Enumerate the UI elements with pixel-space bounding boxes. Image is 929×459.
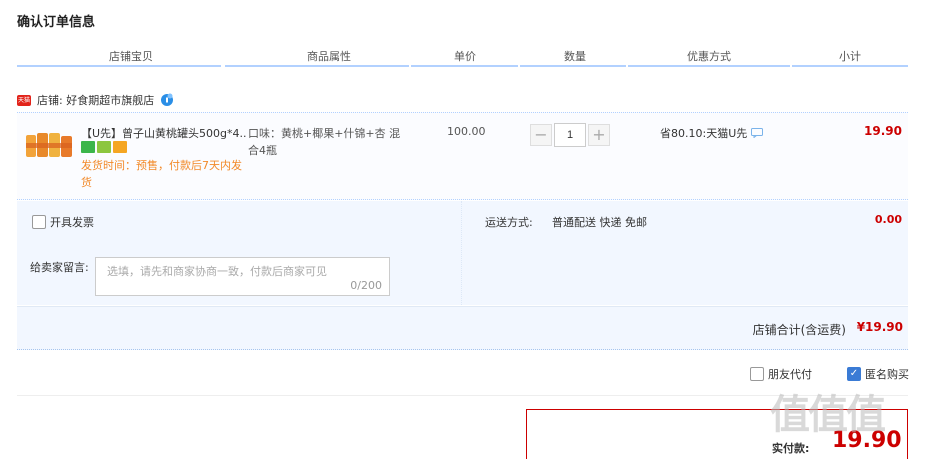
friend-pay-option[interactable]: 朋友代付 (750, 366, 812, 382)
order-extras: 开具发票 给卖家留言: 选填，请先和商家协商一致，付款后商家可见 0/200 运… (17, 201, 908, 305)
shipping-fee: 0.00 (874, 213, 902, 226)
ship-time-note: 发货时间：预售，付款后7天内发货 (81, 159, 242, 189)
seven-day-return-icon (81, 141, 95, 153)
col-subtotal: 小计 (839, 50, 861, 63)
memo-textarea[interactable]: 选填，请先和商家协商一致，付款后商家可见 0/200 (95, 257, 390, 296)
col-price: 单价 (454, 50, 476, 63)
shop-row: 天猫 店铺: 好食期超市旗舰店 (17, 90, 175, 110)
wangwang-chat-icon[interactable] (159, 93, 175, 107)
quantity-input[interactable] (554, 123, 586, 147)
header-underline (520, 65, 626, 67)
promo-info: 省80.10:天猫U先 (660, 125, 764, 141)
watermark-logo: 值值值 (770, 392, 886, 438)
header-underline (411, 65, 518, 67)
item-subtotal: 19.90 (864, 124, 902, 138)
anonymous-option[interactable]: ✓ 匿名购买 (847, 366, 909, 382)
service-icons (81, 141, 127, 153)
tmall-icon: 天猫 (17, 94, 31, 106)
promo-text: 省80.10:天猫U先 (660, 127, 748, 140)
shop-name-link[interactable]: 店铺: 好食期超市旗舰店 (37, 92, 154, 108)
unit-price: 100.00 (447, 125, 486, 138)
quantity-stepper: − + (530, 123, 610, 147)
memo-label: 给卖家留言: (30, 261, 89, 274)
extras-left: 开具发票 给卖家留言: 选填，请先和商家协商一致，付款后商家可见 0/200 (17, 201, 462, 305)
shop-total-row: 店铺合计(含运费) ¥19.90 (17, 306, 908, 350)
product-attributes: 口味：黄桃+椰果+什锦+杏 混合4瓶 (248, 127, 401, 157)
friend-pay-label: 朋友代付 (768, 368, 812, 381)
card-payment-icon (113, 141, 127, 153)
increase-button[interactable]: + (588, 124, 610, 146)
shipping-label: 运送方式: (485, 216, 533, 229)
header-underline (17, 65, 221, 67)
page-title: 确认订单信息 (17, 15, 96, 30)
guarantee-icon (97, 141, 111, 153)
payment-label: 实付款: (772, 442, 810, 455)
col-promo: 优惠方式 (687, 50, 731, 63)
anonymous-checkbox[interactable]: ✓ (847, 367, 861, 381)
memo-placeholder: 选填，请先和商家协商一致，付款后商家可见 (107, 265, 327, 278)
col-quantity: 数量 (564, 50, 586, 63)
shipping-method: 普通配送 快递 免邮 (552, 216, 647, 229)
promo-detail-icon[interactable] (751, 128, 764, 138)
col-shop-item: 店铺宝贝 (109, 50, 153, 63)
product-thumbnail[interactable] (25, 127, 73, 161)
header-underline (225, 65, 409, 67)
column-headers: 店铺宝贝 商品属性 单价 数量 优惠方式 小计 (17, 44, 908, 66)
decrease-button[interactable]: − (530, 124, 552, 146)
anonymous-label: 匿名购买 (865, 368, 909, 381)
invoice-label: 开具发票 (50, 216, 94, 229)
invoice-checkbox[interactable] (32, 215, 46, 229)
memo-char-count: 0/200 (350, 279, 382, 292)
shop-total-amount: ¥19.90 (856, 320, 903, 334)
product-title-link[interactable]: 【U先】曾子山黄桃罐头500g*4... (81, 125, 246, 141)
invoice-option[interactable]: 开具发票 (32, 214, 94, 230)
item-row: 【U先】曾子山黄桃罐头500g*4... 发货时间：预售，付款后7天内发货 口味… (17, 112, 908, 200)
header-underline (628, 65, 790, 67)
header-underline (792, 65, 908, 67)
col-attributes: 商品属性 (307, 50, 351, 63)
shop-total-label: 店铺合计(含运费) (752, 323, 846, 337)
friend-pay-checkbox[interactable] (750, 367, 764, 381)
